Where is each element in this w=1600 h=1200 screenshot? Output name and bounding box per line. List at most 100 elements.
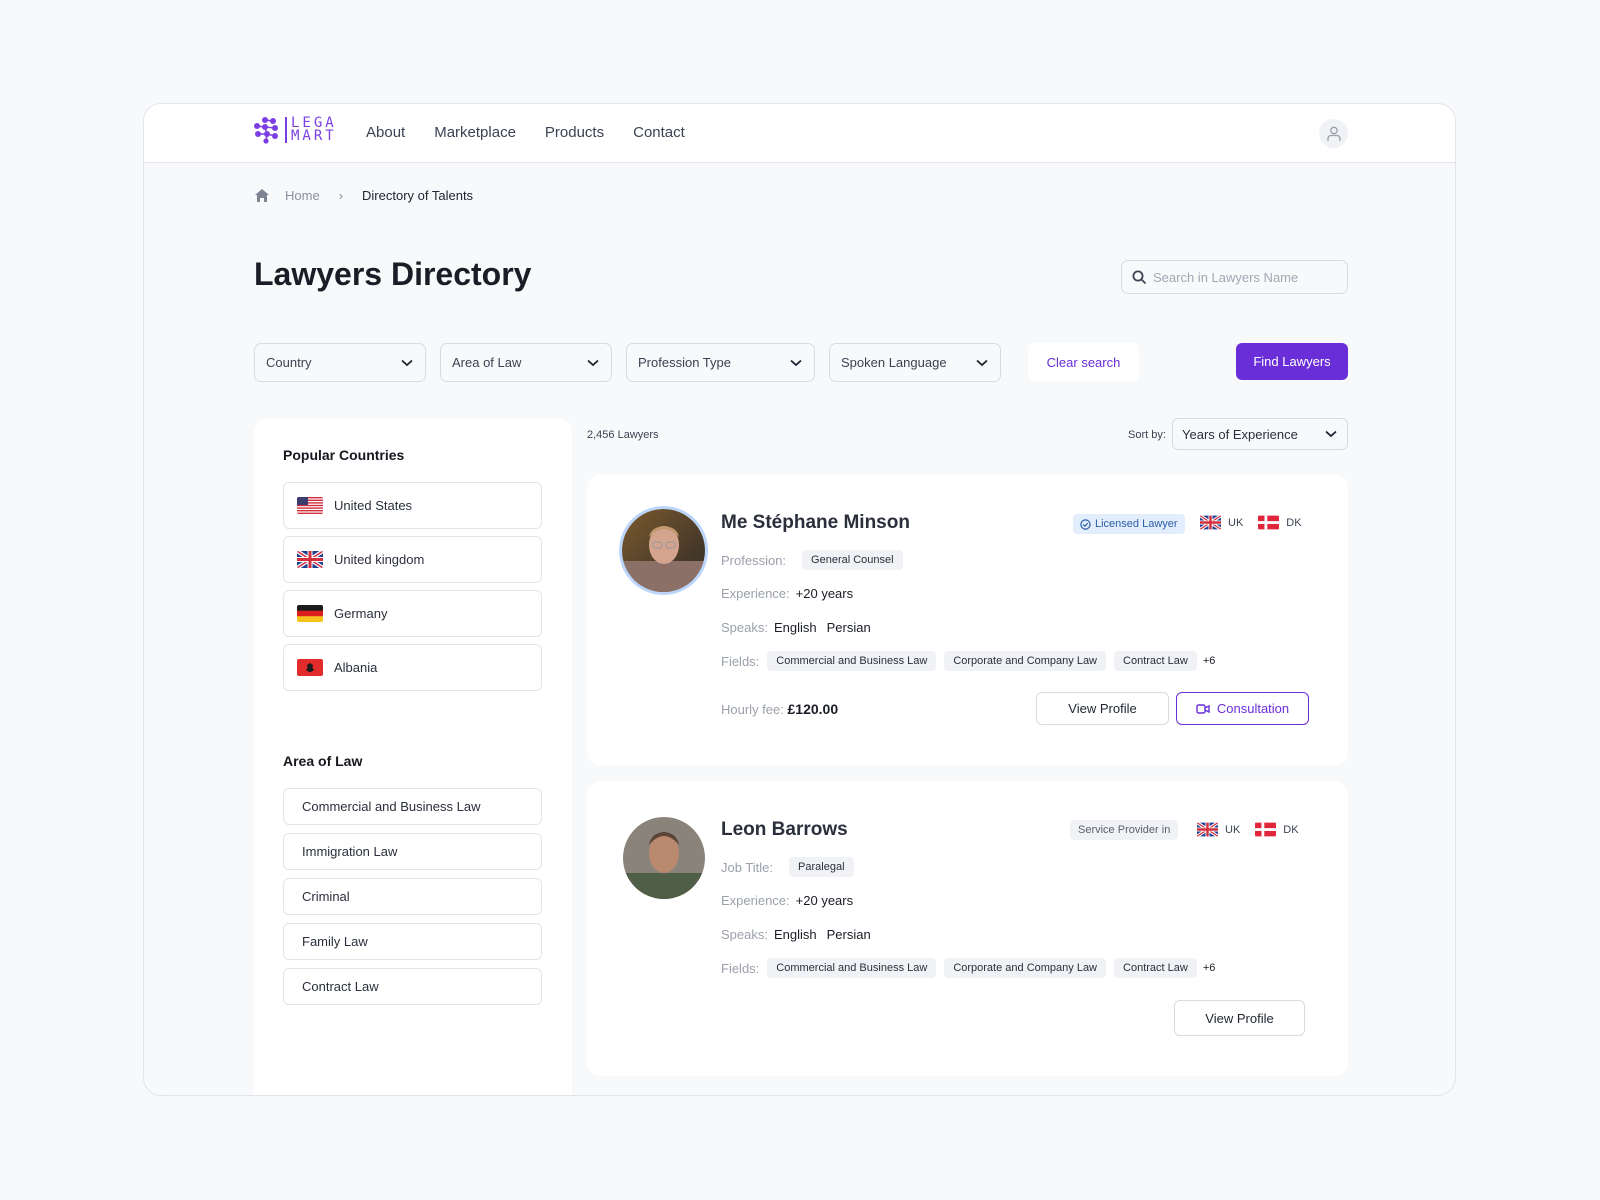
job-title-label: Job Title: bbox=[721, 859, 774, 875]
lawyer-photo[interactable] bbox=[619, 506, 708, 595]
nav-products[interactable]: Products bbox=[545, 124, 604, 141]
law-item-commercial[interactable]: Commercial and Business Law bbox=[283, 788, 542, 825]
results-count: 2,456 Lawyers bbox=[587, 429, 659, 441]
lawyer-name[interactable]: Me Stéphane Minson bbox=[721, 512, 910, 534]
lawyer-card: Me Stéphane Minson Licensed Lawyer UK DK… bbox=[587, 474, 1348, 766]
sort-by-label: Sort by: bbox=[1128, 429, 1166, 441]
filter-bar: Country Area of Law Profession Type Spok… bbox=[254, 343, 1348, 382]
chevron-down-icon bbox=[401, 359, 413, 366]
experience-value: +20 years bbox=[795, 893, 854, 908]
logo-line-2: MART bbox=[291, 128, 337, 144]
select-label: Area of Law bbox=[452, 355, 522, 370]
hourly-fee: Hourly fee: £120.00 bbox=[721, 701, 838, 717]
select-label: Profession Type bbox=[638, 355, 731, 370]
nav-about[interactable]: About bbox=[366, 124, 405, 141]
area-of-law-title: Area of Law bbox=[283, 753, 363, 769]
country-name: Albania bbox=[334, 660, 378, 675]
law-item-criminal[interactable]: Criminal bbox=[283, 878, 542, 915]
fee-label: Hourly fee: bbox=[721, 702, 784, 717]
legamart-logo[interactable]: LEGA MART bbox=[253, 116, 337, 144]
chevron-down-icon bbox=[587, 359, 599, 366]
fields-label: Fields: bbox=[721, 653, 760, 669]
law-item-family[interactable]: Family Law bbox=[283, 923, 542, 960]
check-circle-icon bbox=[1080, 518, 1091, 530]
search-input[interactable] bbox=[1153, 269, 1333, 285]
country-code: UK bbox=[1228, 516, 1244, 529]
sort-select[interactable]: Years of Experience bbox=[1172, 418, 1348, 450]
country-item-albania[interactable]: Albania bbox=[283, 644, 542, 691]
experience-row: Experience: +20 years bbox=[721, 893, 853, 908]
field-tag: Contract Law bbox=[1114, 958, 1197, 978]
country-item-united-kingdom[interactable]: United kingdom bbox=[283, 536, 542, 583]
country-item-united-states[interactable]: United States bbox=[283, 482, 542, 529]
service-countries: UK DK bbox=[1197, 822, 1299, 837]
profession-label: Profession: bbox=[721, 552, 787, 568]
job-title-row: Job Title: Paralegal bbox=[721, 857, 854, 877]
nav-contact[interactable]: Contact bbox=[633, 124, 685, 141]
field-tag: Corporate and Company Law bbox=[944, 958, 1107, 978]
select-label: Country bbox=[266, 355, 312, 370]
top-navbar: LEGA MART About Marketplace Products Con… bbox=[144, 104, 1455, 163]
video-camera-icon bbox=[1196, 703, 1210, 714]
clear-search-button[interactable]: Clear search bbox=[1028, 343, 1139, 382]
us-flag-icon bbox=[297, 497, 323, 514]
spoken-language-select[interactable]: Spoken Language bbox=[829, 343, 1001, 382]
language: Persian bbox=[826, 620, 871, 635]
denmark-flag-icon bbox=[1258, 515, 1280, 530]
fee-value: £120.00 bbox=[787, 701, 839, 717]
experience-label: Experience: bbox=[721, 586, 790, 601]
uk-flag-icon bbox=[1197, 822, 1218, 837]
chevron-right-icon: › bbox=[338, 188, 344, 203]
page-title: Lawyers Directory bbox=[254, 256, 532, 292]
country-item-germany[interactable]: Germany bbox=[283, 590, 542, 637]
user-avatar-button[interactable] bbox=[1319, 119, 1348, 148]
law-item-immigration[interactable]: Immigration Law bbox=[283, 833, 542, 870]
profession-row: Profession: General Counsel bbox=[721, 550, 903, 570]
badge-label: Licensed Lawyer bbox=[1095, 518, 1178, 530]
breadcrumb-current: Directory of Talents bbox=[362, 188, 474, 203]
nav-marketplace[interactable]: Marketplace bbox=[434, 124, 516, 141]
view-profile-button[interactable]: View Profile bbox=[1036, 692, 1169, 725]
fields-row: Fields: Commercial and Business Law Corp… bbox=[721, 651, 1215, 671]
field-tag: Commercial and Business Law bbox=[767, 651, 937, 671]
home-icon[interactable] bbox=[254, 188, 270, 203]
breadcrumb: Home › Directory of Talents bbox=[254, 188, 473, 203]
filter-sidebar: Popular Countries United States United k… bbox=[254, 418, 572, 1095]
consultation-label: Consultation bbox=[1216, 701, 1290, 716]
experience-value: +20 years bbox=[795, 586, 854, 601]
lawyer-photo[interactable] bbox=[623, 817, 705, 899]
view-profile-button[interactable]: View Profile bbox=[1174, 1000, 1305, 1036]
portrait-image bbox=[623, 817, 705, 899]
country-select[interactable]: Country bbox=[254, 343, 426, 382]
language: English bbox=[773, 927, 817, 942]
lawyer-card: Leon Barrows Service Provider in UK DK J… bbox=[587, 781, 1348, 1076]
more-fields-count[interactable]: +6 bbox=[1203, 962, 1216, 974]
consultation-button[interactable]: Consultation bbox=[1176, 692, 1309, 725]
search-icon bbox=[1132, 270, 1147, 284]
country-code: DK bbox=[1286, 516, 1302, 529]
sort-value: Years of Experience bbox=[1182, 426, 1298, 442]
fields-label: Fields: bbox=[721, 960, 760, 976]
profession-type-select[interactable]: Profession Type bbox=[626, 343, 815, 382]
law-item-contract[interactable]: Contract Law bbox=[283, 968, 542, 1005]
service-provider-badge: Service Provider in bbox=[1070, 820, 1179, 840]
user-icon bbox=[1326, 126, 1341, 141]
field-tag: Commercial and Business Law bbox=[767, 958, 937, 978]
popular-countries-title: Popular Countries bbox=[283, 447, 405, 463]
field-tag: Contract Law bbox=[1114, 651, 1197, 671]
area-of-law-select[interactable]: Area of Law bbox=[440, 343, 612, 382]
lawyer-search[interactable] bbox=[1121, 260, 1348, 294]
uk-flag-icon bbox=[297, 551, 323, 568]
languages-row: Speaks: English Persian bbox=[721, 927, 871, 942]
find-lawyers-button[interactable]: Find Lawyers bbox=[1236, 343, 1348, 380]
country-code: UK bbox=[1225, 823, 1241, 836]
language: English bbox=[773, 620, 817, 635]
more-fields-count[interactable]: +6 bbox=[1203, 655, 1216, 667]
lawyer-name[interactable]: Leon Barrows bbox=[721, 819, 848, 841]
profession-tag: General Counsel bbox=[802, 550, 903, 570]
country-name: Germany bbox=[334, 606, 388, 621]
breadcrumb-home[interactable]: Home bbox=[285, 188, 320, 203]
experience-label: Experience: bbox=[721, 893, 790, 908]
field-tag: Corporate and Company Law bbox=[944, 651, 1107, 671]
denmark-flag-icon bbox=[1255, 822, 1277, 837]
